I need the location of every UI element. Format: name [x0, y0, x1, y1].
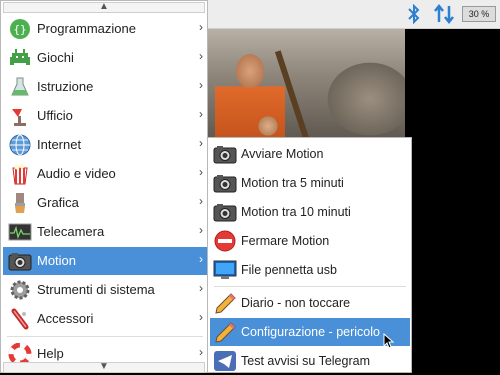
- menu-item-telecamera[interactable]: Telecamera ›: [3, 218, 207, 246]
- submenu-item-label: Motion tra 10 minuti: [241, 205, 351, 219]
- submenu-item-label: Avviare Motion: [241, 147, 324, 161]
- mouse-pointer-icon: [383, 333, 395, 349]
- chevron-right-icon: ›: [199, 165, 203, 179]
- chevron-right-icon: ›: [199, 20, 203, 34]
- office-icon: [12, 109, 26, 126]
- submenu-item-avviare-motion[interactable]: Avviare Motion: [210, 140, 410, 168]
- pencil-icon: [215, 293, 236, 314]
- education-icon: [11, 77, 29, 96]
- menu-item-label: Internet: [37, 137, 82, 152]
- menu-item-label: Strumenti di sistema: [37, 282, 155, 297]
- programming-icon: {}: [10, 19, 30, 39]
- submenu-item-motion-10-minuti[interactable]: Motion tra 10 minuti: [210, 198, 410, 226]
- camera-icon: [213, 204, 237, 222]
- stop-icon: [214, 230, 236, 252]
- pencil-icon: [215, 322, 236, 343]
- motion-camera-icon: [8, 253, 32, 271]
- menu-item-label: Giochi: [37, 50, 74, 65]
- menu-item-motion[interactable]: Motion ›: [3, 247, 207, 275]
- submenu-item-motion-5-minuti[interactable]: Motion tra 5 minuti: [210, 169, 410, 197]
- camera-icon: [213, 146, 237, 164]
- menu-item-label: Audio e video: [37, 166, 116, 181]
- submenu-item-fermare-motion[interactable]: Fermare Motion: [210, 227, 410, 255]
- chevron-right-icon: ›: [199, 223, 203, 237]
- menu-item-grafica[interactable]: Grafica ›: [3, 189, 207, 217]
- camera-icon: [8, 223, 32, 241]
- chevron-right-icon: ›: [199, 107, 203, 121]
- menu-item-label: Ufficio: [37, 108, 73, 123]
- chevron-right-icon: ›: [199, 78, 203, 92]
- network-updown-icon[interactable]: [432, 2, 456, 26]
- accessories-icon: [11, 308, 29, 330]
- monitor-icon: [213, 260, 237, 279]
- chevron-right-icon: ›: [199, 345, 203, 359]
- chevron-right-icon: ›: [199, 194, 203, 208]
- graphics-brush-icon: [15, 193, 25, 213]
- menu-item-label: Istruzione: [37, 79, 94, 94]
- system-tools-icon: [10, 280, 30, 300]
- menu-item-internet[interactable]: Internet ›: [3, 131, 207, 159]
- menu-item-help[interactable]: Help ›: [3, 340, 207, 365]
- chevron-right-icon: ›: [199, 310, 203, 324]
- submenu-item-file-pennetta-usb[interactable]: File pennetta usb: [210, 256, 410, 284]
- games-icon: [10, 49, 30, 65]
- internet-globe-icon: [9, 134, 31, 156]
- submenu-item-configurazione[interactable]: Configurazione - pericolo: [210, 318, 410, 346]
- submenu-item-label: Test avvisi su Telegram: [241, 354, 370, 368]
- menu-item-label: Programmazione: [37, 21, 136, 36]
- menu-separator: [7, 336, 203, 337]
- menu-item-istruzione[interactable]: Istruzione ›: [3, 73, 207, 101]
- background-photo: [195, 29, 405, 141]
- menu-item-label: Motion: [37, 253, 77, 268]
- application-menu: ▲ {} Programmazione › Giochi › Istruzion…: [0, 0, 208, 373]
- telegram-icon: [214, 351, 236, 371]
- submenu-item-label: Diario - non toccare: [241, 296, 351, 310]
- menu-item-label: Help: [37, 346, 64, 361]
- menu-item-audio-video[interactable]: Audio e video ›: [3, 160, 207, 188]
- submenu-item-test-telegram[interactable]: Test avvisi su Telegram: [210, 347, 410, 375]
- menu-item-programmazione[interactable]: {} Programmazione ›: [3, 15, 207, 43]
- submenu-item-label: File pennetta usb: [241, 263, 337, 277]
- submenu-item-diario[interactable]: Diario - non toccare: [210, 289, 410, 317]
- submenu-separator: [214, 286, 406, 287]
- audio-video-icon: [12, 163, 28, 185]
- submenu-item-label: Motion tra 5 minuti: [241, 176, 344, 190]
- submenu-item-label: Fermare Motion: [241, 234, 330, 248]
- chevron-right-icon: ›: [199, 136, 203, 150]
- chevron-right-icon: ›: [199, 281, 203, 295]
- menu-item-ufficio[interactable]: Ufficio ›: [3, 102, 207, 130]
- menu-item-strumenti-sistema[interactable]: Strumenti di sistema ›: [3, 276, 207, 304]
- submenu-item-label: Configurazione - pericolo: [241, 325, 380, 339]
- menu-item-label: Grafica: [37, 195, 79, 210]
- svg-text:{}: {}: [13, 23, 26, 36]
- chevron-right-icon: ›: [199, 252, 203, 266]
- menu-item-giochi[interactable]: Giochi ›: [3, 44, 207, 72]
- cpu-usage-monitor[interactable]: 30 %: [462, 6, 496, 22]
- menu-scroll-down[interactable]: ▼: [3, 362, 205, 373]
- motion-submenu: Avviare Motion Motion tra 5 minuti Motio…: [207, 137, 412, 373]
- camera-icon: [213, 175, 237, 193]
- bluetooth-icon[interactable]: [404, 2, 424, 26]
- menu-item-accessori[interactable]: Accessori ›: [3, 305, 207, 333]
- menu-item-label: Telecamera: [37, 224, 105, 239]
- menu-item-label: Accessori: [37, 311, 94, 326]
- chevron-right-icon: ›: [199, 49, 203, 63]
- menu-scroll-up[interactable]: ▲: [3, 2, 205, 13]
